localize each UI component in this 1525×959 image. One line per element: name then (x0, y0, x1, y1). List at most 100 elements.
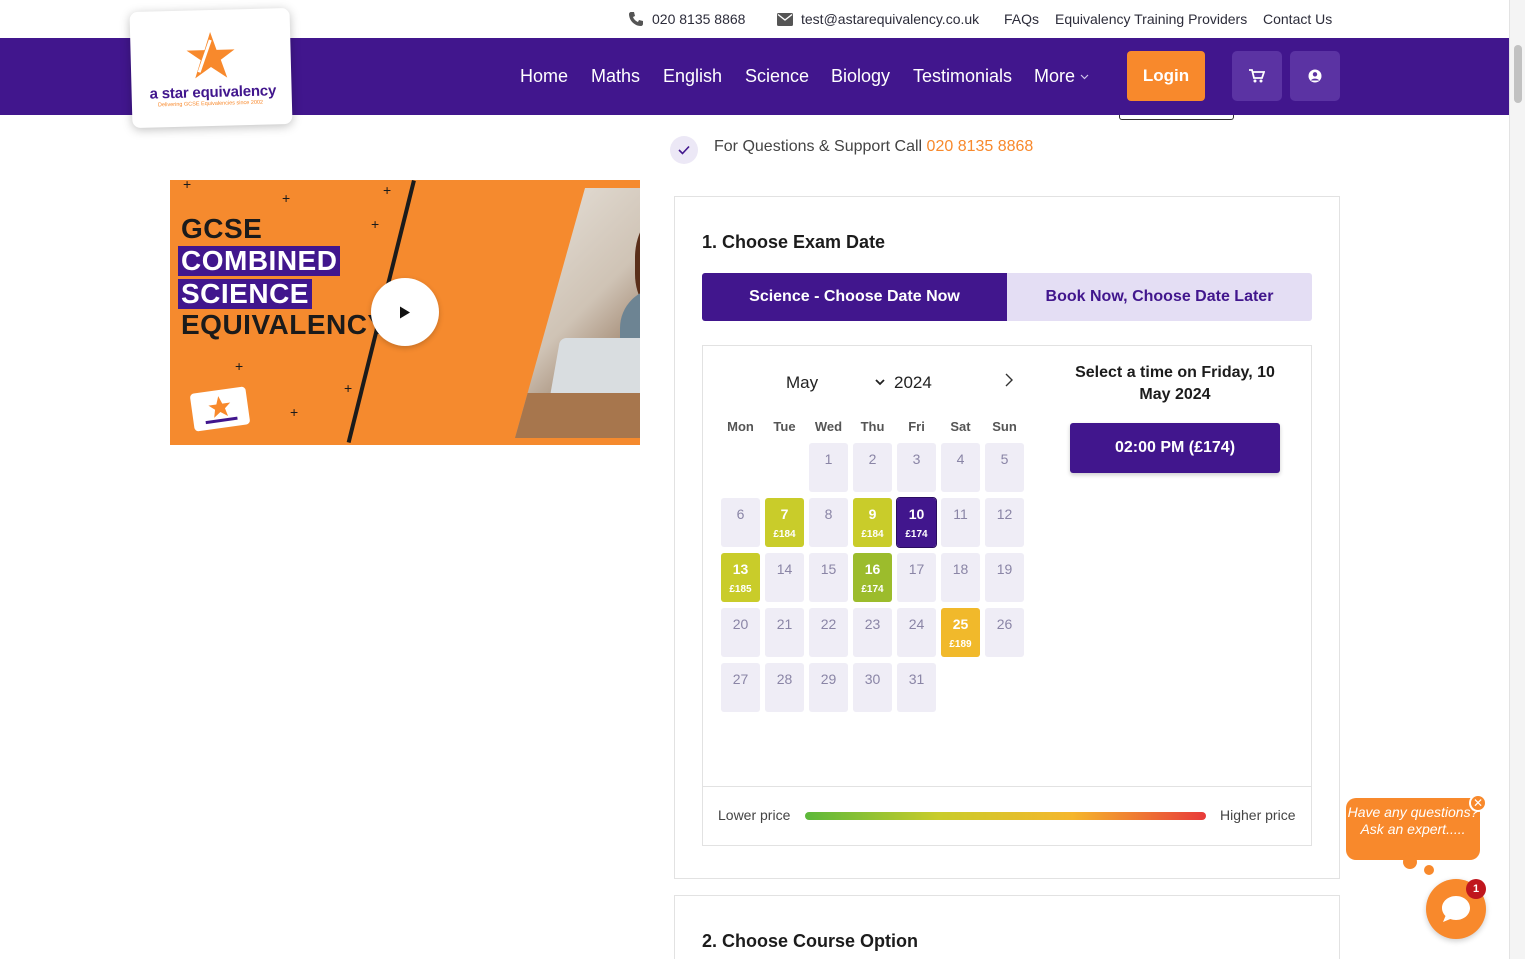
support-text: For Questions & Support Call (714, 138, 927, 155)
nav-biology[interactable]: Biology (831, 66, 890, 87)
video-title-line-2: COMBINED (178, 246, 341, 276)
calendar-day: 4 (941, 443, 980, 492)
support-phone-link[interactable]: 020 8135 8868 (927, 138, 1034, 155)
day-number: 28 (776, 671, 793, 687)
tab-choose-date-later[interactable]: Book Now, Choose Date Later (1007, 273, 1312, 321)
envelope-icon (777, 12, 793, 26)
top-link-training-providers[interactable]: Equivalency Training Providers (1055, 11, 1247, 27)
nav-more[interactable]: More (1034, 66, 1089, 87)
sparkle-icon: + (383, 182, 392, 198)
next-month-icon[interactable] (1002, 372, 1016, 388)
calendar-day-available[interactable]: 13 £185 (721, 553, 760, 602)
day-number: 23 (864, 616, 881, 632)
calendar-day: 11 (941, 498, 980, 547)
calendar-day-available[interactable]: 7 £184 (765, 498, 804, 547)
nav-science[interactable]: Science (745, 66, 809, 87)
day-number: 26 (996, 616, 1013, 632)
day-number: 14 (776, 561, 793, 577)
course-video-thumbnail[interactable]: GCSE COMBINED SCIENCE EQUIVALENCY + + + … (170, 180, 640, 445)
nav-english[interactable]: English (663, 66, 722, 87)
day-number: 9 (868, 506, 877, 522)
day-number: 2 (868, 451, 877, 467)
day-number: 1 (824, 451, 833, 467)
month-select[interactable]: May (786, 373, 818, 393)
video-title-line-4: EQUIVALENCY (181, 309, 387, 340)
calendar-day: 15 (809, 553, 848, 602)
calendar-day-selected[interactable]: 10 £174 (896, 497, 937, 548)
calendar-day: 21 (765, 608, 804, 657)
chat-bubble-dot (1424, 865, 1434, 875)
day-price: £184 (861, 529, 884, 540)
calendar-day-available[interactable]: 16 £174 (853, 553, 892, 602)
chat-bubble-dot (1403, 855, 1417, 869)
chat-prompt-bubble[interactable]: Have any questions? Ask an expert..... (1346, 798, 1480, 860)
day-number: 22 (820, 616, 837, 632)
cart-button[interactable] (1232, 51, 1282, 101)
year-label: 2024 (894, 373, 932, 392)
legend-lower-price: Lower price (718, 807, 791, 823)
nav-testimonials[interactable]: Testimonials (913, 66, 1012, 87)
calendar-day: 24 (897, 608, 936, 657)
chat-icon (1442, 896, 1470, 922)
day-number: 8 (824, 506, 833, 522)
calendar-day-available[interactable]: 25 £189 (941, 608, 980, 657)
star-logo-icon (205, 396, 238, 425)
calendar-day: 18 (941, 553, 980, 602)
day-number: 15 (820, 561, 837, 577)
calendar-day: 8 (809, 498, 848, 547)
day-number: 20 (732, 616, 749, 632)
calendar-day: 5 (985, 443, 1024, 492)
calendar-day: 30 (853, 663, 892, 712)
day-number: 4 (956, 451, 965, 467)
play-button[interactable] (371, 278, 439, 346)
site-logo[interactable]: a star equivalency Delivering GCSE Equiv… (129, 7, 293, 129)
support-line: For Questions & Support Call 020 8135 88… (714, 138, 1033, 156)
chat-notification-badge: 1 (1466, 879, 1486, 899)
calendar-day: 17 (897, 553, 936, 602)
cart-icon (1249, 69, 1265, 83)
day-price: £174 (861, 584, 884, 595)
weekday-label: Sat (950, 419, 971, 434)
nav-more-label: More (1034, 66, 1076, 86)
day-price: £184 (773, 529, 796, 540)
tab-choose-date-now[interactable]: Science - Choose Date Now (702, 273, 1007, 321)
legend-higher-price: Higher price (1220, 807, 1296, 823)
day-number: 18 (952, 561, 969, 577)
sparkle-icon: + (371, 216, 380, 232)
calendar-day: 28 (765, 663, 804, 712)
time-slot-button[interactable]: 02:00 PM (£174) (1070, 423, 1280, 473)
nav-maths[interactable]: Maths (591, 66, 640, 87)
partial-button-outline (1119, 115, 1234, 120)
top-email-link[interactable]: test@astarequivalency.co.uk (777, 11, 979, 27)
chevron-down-icon[interactable] (874, 376, 886, 388)
day-number: 6 (736, 506, 745, 522)
top-phone-link[interactable]: 020 8135 8868 (628, 11, 745, 27)
day-number: 21 (776, 616, 793, 632)
step1-title: 1. Choose Exam Date (702, 232, 886, 252)
sparkle-icon: + (344, 380, 353, 396)
weekday-label: Sun (992, 419, 1017, 434)
page-scrollbar[interactable] (1509, 0, 1525, 959)
weekday-label: Wed (814, 419, 843, 434)
student-photo (515, 188, 640, 438)
top-email-text: test@astarequivalency.co.uk (801, 11, 980, 27)
calendar-day: 27 (721, 663, 760, 712)
video-title-line-3: SCIENCE (178, 279, 312, 309)
day-number: 12 (996, 506, 1013, 522)
sparkle-icon: + (183, 180, 192, 192)
step2-title: 2. Choose Course Option (702, 931, 919, 951)
day-number: 17 (908, 561, 925, 577)
login-button[interactable]: Login (1127, 51, 1205, 101)
top-link-contact[interactable]: Contact Us (1263, 11, 1332, 27)
day-number: 19 (996, 561, 1013, 577)
nav-home[interactable]: Home (520, 66, 568, 87)
scrollbar-thumb[interactable] (1514, 45, 1522, 103)
calendar-day-available[interactable]: 9 £184 (853, 498, 892, 547)
calendar-day: 26 (985, 608, 1024, 657)
weekday-label: Thu (860, 419, 885, 434)
top-link-faqs[interactable]: FAQs (1004, 11, 1039, 27)
account-button[interactable] (1290, 51, 1340, 101)
chat-close-button[interactable]: ✕ (1469, 794, 1487, 812)
calendar-day: 23 (853, 608, 892, 657)
calendar-day: 2 (853, 443, 892, 492)
